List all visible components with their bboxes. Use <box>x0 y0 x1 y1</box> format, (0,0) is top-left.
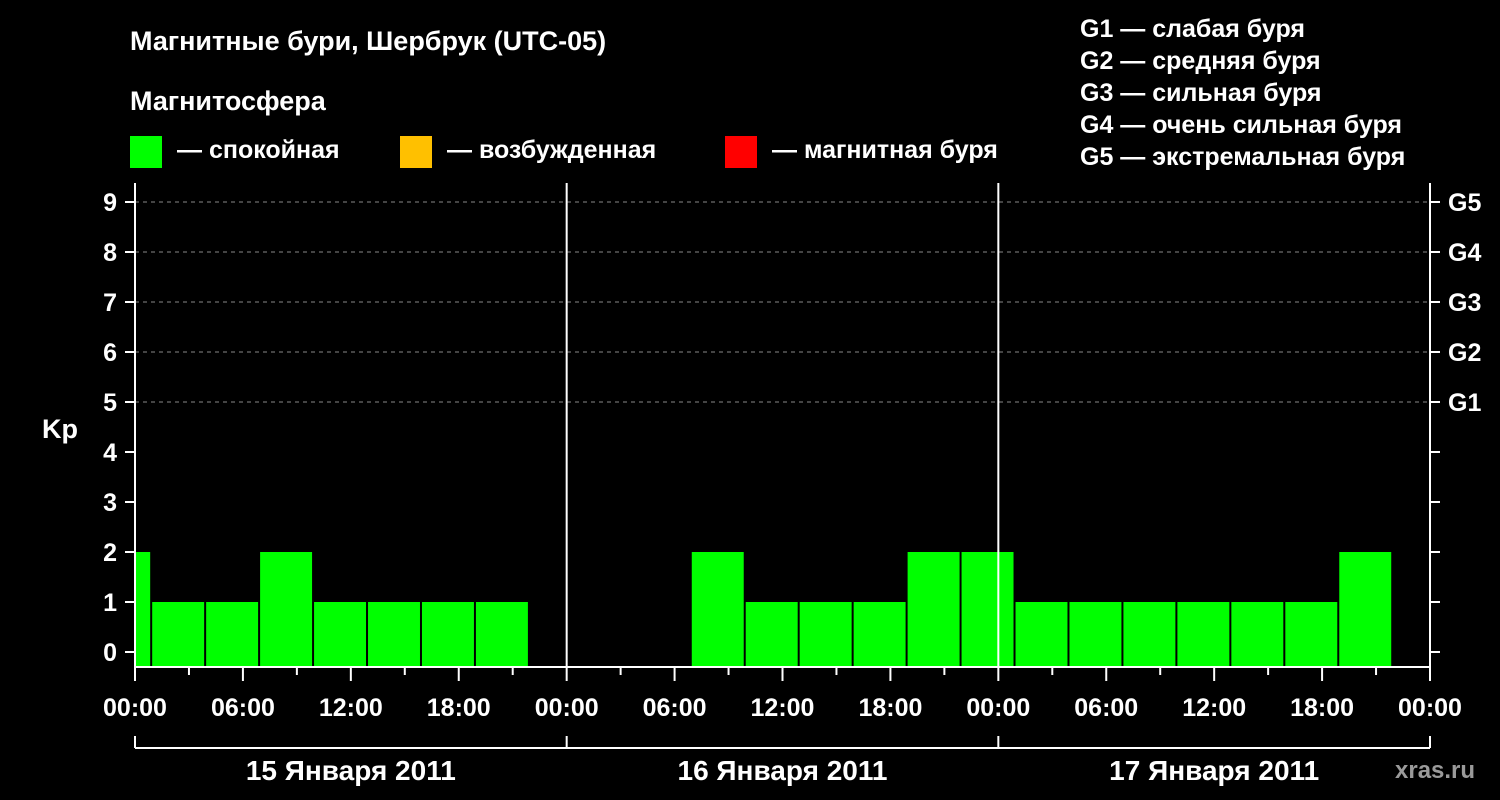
g-level-label: G5 <box>1448 189 1481 217</box>
y-tick-label: 0 <box>103 639 117 667</box>
kp-bar <box>961 552 1014 667</box>
legend-label-storm: — магнитная буря <box>772 136 998 164</box>
x-tick-label: 00:00 <box>535 694 599 722</box>
x-tick-label: 00:00 <box>103 694 167 722</box>
legend-swatch-calm <box>130 136 162 168</box>
g-level-label: G2 <box>1448 339 1481 367</box>
y-tick-label: 3 <box>103 489 117 517</box>
x-tick-label: 18:00 <box>858 694 922 722</box>
x-tick-label: 06:00 <box>643 694 707 722</box>
x-tick-label: 00:00 <box>966 694 1030 722</box>
x-tick-label: 06:00 <box>211 694 275 722</box>
x-tick-label: 18:00 <box>427 694 491 722</box>
legend-heading: Магнитосфера <box>130 86 327 116</box>
y-tick-label: 7 <box>103 289 117 317</box>
legend-swatch-excited <box>400 136 432 168</box>
y-tick-label: 4 <box>103 439 117 467</box>
kp-bar <box>1069 602 1122 667</box>
x-tick-label: 18:00 <box>1290 694 1354 722</box>
kp-bar <box>1285 602 1338 667</box>
g-scale-g2: G2 — средняя буря <box>1080 47 1321 75</box>
g-scale-g1: G1 — слабая буря <box>1080 15 1305 43</box>
g-level-label: G1 <box>1448 389 1481 417</box>
legend-swatch-storm <box>725 136 757 168</box>
y-axis-label: Kp <box>42 414 78 444</box>
x-tick-label: 12:00 <box>1182 694 1246 722</box>
y-tick-label: 2 <box>103 539 117 567</box>
g-level-label: G3 <box>1448 289 1481 317</box>
kp-bar <box>314 602 367 667</box>
kp-bar <box>1339 552 1392 667</box>
day-label: 17 Января 2011 <box>1109 755 1319 786</box>
kp-bar <box>799 602 852 667</box>
g-scale-g5: G5 — экстремальная буря <box>1080 143 1405 171</box>
watermark: xras.ru <box>1395 757 1475 784</box>
y-tick-label: 9 <box>103 189 117 217</box>
kp-bar <box>136 552 151 667</box>
x-tick-label: 00:00 <box>1398 694 1462 722</box>
kp-bar <box>152 602 205 667</box>
g-scale-g4: G4 — очень сильная буря <box>1080 111 1402 139</box>
g-level-label: G4 <box>1448 239 1481 267</box>
kp-bar <box>421 602 474 667</box>
kp-bar <box>260 552 313 667</box>
legend-label-excited: — возбужденная <box>447 136 656 164</box>
y-tick-label: 8 <box>103 239 117 267</box>
tick-labels: 0 1 2 3 4 5 6 7 8 9 G1 G2 G3 G4 G5 00:00 06:00 12:00 18:00… <box>103 189 1481 786</box>
kp-bar <box>1015 602 1068 667</box>
kp-bar <box>691 552 744 667</box>
day-label: 16 Января 2011 <box>678 755 888 786</box>
x-tick-label: 12:00 <box>751 694 815 722</box>
day-label: 15 Января 2011 <box>246 755 456 786</box>
y-tick-label: 5 <box>103 389 117 417</box>
y-tick-label: 1 <box>103 589 117 617</box>
kp-bar <box>475 602 528 667</box>
kp-bar <box>745 602 798 667</box>
kp-bar <box>907 552 960 667</box>
x-tick-label: 12:00 <box>319 694 383 722</box>
bars <box>136 552 1392 667</box>
kp-bar <box>1123 602 1176 667</box>
g-scale-g3: G3 — сильная буря <box>1080 79 1322 107</box>
kp-bar <box>368 602 420 667</box>
chart-title: Магнитные бури, Шербрук (UTC-05) <box>130 26 606 56</box>
legend-label-calm: — спокойная <box>177 136 340 164</box>
kp-bar <box>1231 602 1284 667</box>
x-tick-label: 06:00 <box>1074 694 1138 722</box>
kp-chart: Магнитные бури, Шербрук (UTC-05) Магнито… <box>42 15 1481 786</box>
kp-bar <box>206 602 259 667</box>
kp-bar <box>853 602 906 667</box>
kp-bar <box>1177 602 1230 667</box>
grid-lines <box>135 201 1430 403</box>
y-tick-label: 6 <box>103 339 117 367</box>
